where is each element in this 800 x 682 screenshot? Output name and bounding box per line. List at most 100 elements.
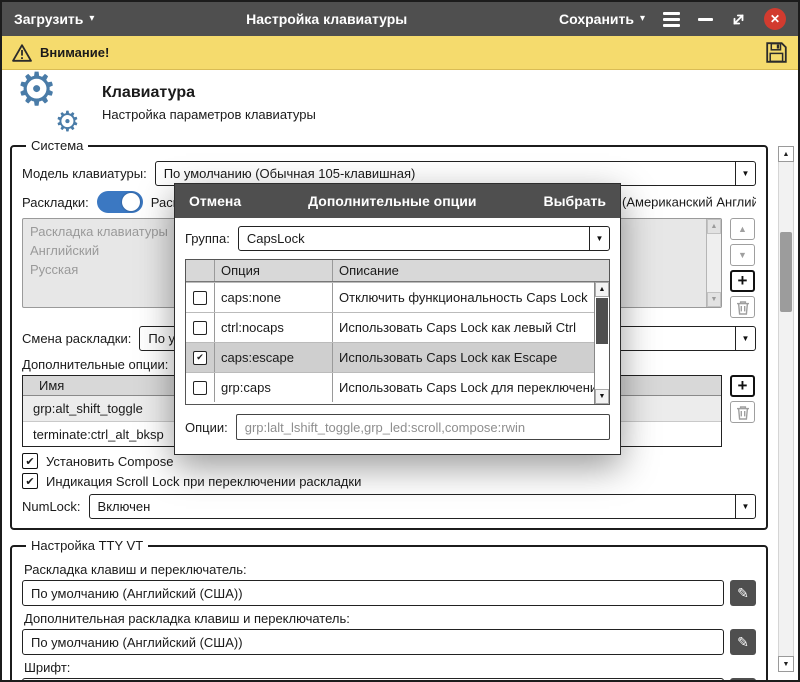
keyboard-model-label: Модель клавиатуры: xyxy=(22,166,147,181)
maximize-icon xyxy=(731,12,746,27)
layouts-toggle[interactable] xyxy=(97,191,143,213)
row-description: Использовать Caps Lock как Escape xyxy=(332,343,609,372)
compose-checkbox-label: Установить Compose xyxy=(46,454,173,469)
delete-layout-button xyxy=(730,296,755,318)
tty-extra-layout-row: ✎ xyxy=(22,629,756,655)
toggle-knob xyxy=(122,193,140,211)
tty-layout-row: ✎ xyxy=(22,580,756,606)
compose-checkbox[interactable]: ✔ xyxy=(22,453,38,469)
chevron-down-icon: ▾ xyxy=(640,14,645,24)
warning-text: Внимание! xyxy=(40,45,109,60)
dialog-options-label: Опции: xyxy=(185,420,228,435)
scrollbar-down-button[interactable]: ▼ xyxy=(778,656,794,672)
chevron-down-icon: ▼ xyxy=(735,495,755,518)
group-label: Группа: xyxy=(185,231,230,246)
warning-bar: Внимание! xyxy=(2,36,798,70)
titlebar: Загрузить ▾ Настройка клавиатуры Сохрани… xyxy=(2,2,798,36)
dialog-options-input[interactable] xyxy=(236,414,610,440)
scrollbar-thumb[interactable] xyxy=(596,298,608,344)
floppy-save-icon xyxy=(765,41,788,64)
maximize-button[interactable] xyxy=(731,12,746,27)
tty-layout-edit-button[interactable]: ✎ xyxy=(730,580,756,606)
scroll-down-icon: ▼ xyxy=(707,292,721,307)
tty-section-legend: Настройка TTY VT xyxy=(26,538,148,553)
tty-layout-input[interactable] xyxy=(22,580,724,606)
main-scrollbar: ▲ ▼ xyxy=(778,146,794,672)
row-option: ctrl:nocaps xyxy=(214,313,332,342)
tty-section: Настройка TTY VT Раскладка клавиш и пере… xyxy=(10,538,768,682)
tty-extra-layout-edit-button[interactable]: ✎ xyxy=(730,629,756,655)
menu-button[interactable] xyxy=(663,12,680,27)
keyboard-settings-gears-icon: ⚙ ⚙ xyxy=(16,74,82,132)
dialog-options-table: Опция Описание caps:none Отключить функц… xyxy=(185,259,610,405)
layout-list-scrollbar: ▲ ▼ xyxy=(706,219,721,307)
tty-extra-layout-input[interactable] xyxy=(22,629,724,655)
chevron-down-icon: ▼ xyxy=(735,162,755,185)
save-file-button[interactable] xyxy=(765,41,788,64)
tty-font-input[interactable] xyxy=(22,678,724,682)
dialog-table-header: Опция Описание xyxy=(186,260,609,282)
row-option: grp:caps xyxy=(214,373,332,402)
row-checkbox[interactable] xyxy=(193,381,207,395)
tty-font-edit-button[interactable]: ✎ xyxy=(730,678,756,682)
delete-option-button xyxy=(730,401,755,423)
dialog-table-row[interactable]: caps:none Отключить функциональность Cap… xyxy=(186,282,609,312)
tty-extra-layout-label: Дополнительная раскладка клавиш и перекл… xyxy=(24,611,756,626)
arrow-down-icon: ▼ xyxy=(599,393,606,400)
plus-icon: + xyxy=(738,271,748,291)
dialog-table-row[interactable]: grp:caps Использовать Caps Lock для пере… xyxy=(186,372,609,402)
arrow-down-icon: ▼ xyxy=(783,661,790,668)
extra-options-buttons: + xyxy=(730,375,756,447)
keyboard-model-value: По умолчанию (Обычная 105-клавишная) xyxy=(156,162,735,185)
numlock-select[interactable]: Включен ▼ xyxy=(89,494,756,519)
trash-icon xyxy=(736,300,750,315)
group-value: CapsLock xyxy=(239,227,589,250)
window-title: Настройка клавиатуры xyxy=(94,11,559,27)
layouts-label: Раскладки: xyxy=(22,195,89,210)
scrolllock-checkbox-label: Индикация Scroll Lock при переключении р… xyxy=(46,474,361,489)
arrow-up-icon: ▲ xyxy=(599,286,606,293)
dialog-cancel-button[interactable]: Отмена xyxy=(189,193,241,209)
row-checkbox[interactable] xyxy=(193,321,207,335)
scrollbar-down-button[interactable]: ▼ xyxy=(595,389,609,404)
hamburger-menu-icon xyxy=(663,12,680,27)
dialog-table-row[interactable]: ✔ caps:escape Использовать Caps Lock как… xyxy=(186,342,609,372)
dialog-table-scrollbar: ▲ ▼ xyxy=(594,282,609,404)
row-description: Использовать Caps Lock как левый Ctrl xyxy=(332,313,609,342)
add-layout-button[interactable]: + xyxy=(730,270,755,292)
minimize-icon xyxy=(698,18,713,21)
tty-font-row: ✎ xyxy=(22,678,756,682)
row-checkbox[interactable]: ✔ xyxy=(193,351,207,365)
scrolllock-checkbox[interactable]: ✔ xyxy=(22,473,38,489)
scrollbar-up-button[interactable]: ▲ xyxy=(595,282,609,297)
move-down-button: ▼ xyxy=(730,244,755,266)
pencil-icon: ✎ xyxy=(737,585,749,602)
load-menu-button[interactable]: Загрузить ▾ xyxy=(14,11,94,27)
close-button[interactable]: ✕ xyxy=(764,8,786,30)
extra-options-dialog: Отмена Дополнительные опции Выбрать Груп… xyxy=(174,183,621,455)
row-checkbox[interactable] xyxy=(193,291,207,305)
layouts-current-value-cont: (Американский Английский) xyxy=(622,195,756,210)
scroll-up-icon: ▲ xyxy=(707,219,721,234)
chevron-down-icon: ▼ xyxy=(589,227,609,250)
scrollbar-track[interactable] xyxy=(778,162,794,656)
group-select[interactable]: CapsLock ▼ xyxy=(238,226,610,251)
dialog-select-button[interactable]: Выбрать xyxy=(543,193,606,209)
scrollbar-thumb[interactable] xyxy=(780,232,792,312)
column-name: Имя xyxy=(39,378,64,393)
dialog-table-row[interactable]: ctrl:nocaps Использовать Caps Lock как л… xyxy=(186,312,609,342)
chevron-down-icon: ▼ xyxy=(735,327,755,350)
arrow-up-icon: ▲ xyxy=(738,224,747,234)
scrollbar-up-button[interactable]: ▲ xyxy=(778,146,794,162)
column-description: Описание xyxy=(332,260,609,281)
scrolllock-checkbox-row: ✔ Индикация Scroll Lock при переключении… xyxy=(22,473,756,489)
column-option: Опция xyxy=(214,260,332,281)
minimize-button[interactable] xyxy=(698,18,713,21)
save-menu-button[interactable]: Сохранить ▾ xyxy=(559,11,645,27)
scrollbar-track[interactable] xyxy=(595,345,609,389)
group-row: Группа: CapsLock ▼ xyxy=(185,226,610,251)
add-option-button[interactable]: + xyxy=(730,375,755,397)
app-header: ⚙ ⚙ Клавиатура Настройка параметров клав… xyxy=(2,70,798,136)
gear-icon: ⚙ xyxy=(55,108,80,136)
extra-options-label: Дополнительные опции: xyxy=(22,357,168,372)
